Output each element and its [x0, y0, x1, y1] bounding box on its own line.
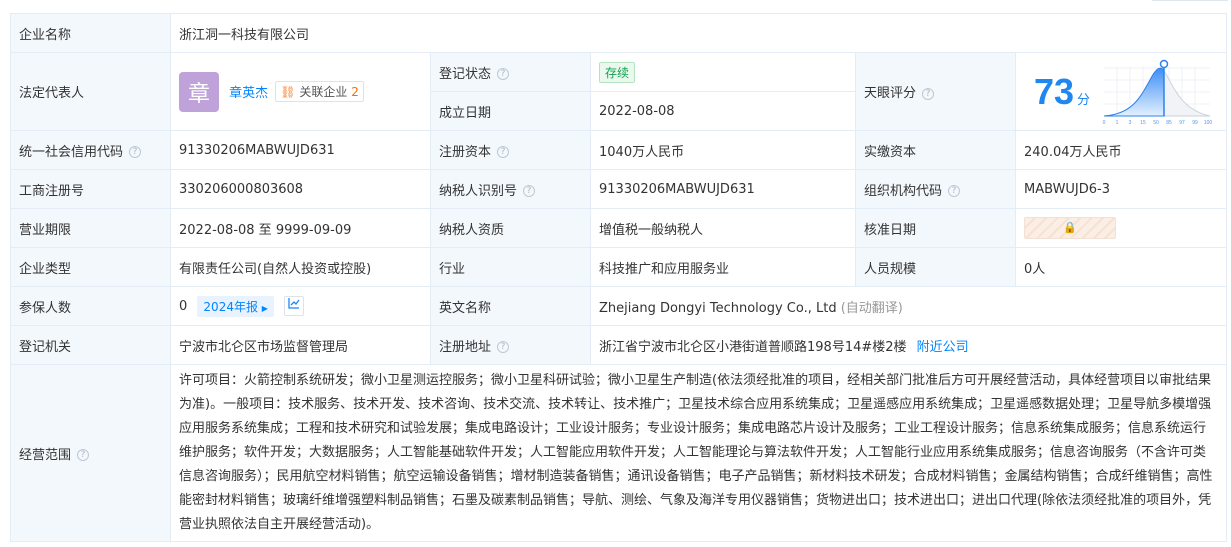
taxpayer-qual-value: 增值税一般纳税人: [590, 208, 856, 248]
help-icon[interactable]: ?: [497, 68, 510, 80]
lock-icon[interactable]: 🔒: [1024, 217, 1116, 239]
company-name-value: 浙江洞一科技有限公司: [169, 13, 1228, 53]
tick-label: 1: [1116, 120, 1119, 126]
avatar[interactable]: 章: [179, 71, 219, 112]
reg-authority-label: 登记机关: [10, 325, 171, 365]
annual-report-button[interactable]: 2024年报 ▶: [197, 295, 274, 317]
help-icon[interactable]: ?: [922, 87, 935, 100]
help-icon[interactable]: ?: [523, 185, 536, 197]
industry-label: 行业: [430, 247, 591, 287]
score-cell[interactable]: 73 分 0 1 3 15 50 85 97 99 100: [1014, 52, 1228, 131]
founded-value: 2022-08-08: [590, 91, 856, 131]
tick-label: 97: [1179, 120, 1185, 126]
help-icon[interactable]: ?: [129, 146, 142, 158]
related-count: 2: [351, 85, 359, 99]
org-code-value: MABWUJD6-3: [1014, 169, 1228, 209]
staff-size-value: 0人: [1014, 247, 1228, 287]
staff-size-label: 人员规模: [855, 247, 1016, 287]
biz-reg-no-value: 330206000803608: [170, 169, 431, 209]
tick-label: 85: [1166, 120, 1172, 126]
related-label: 关联企业: [299, 85, 348, 99]
tick-label: 100: [1204, 120, 1213, 126]
industry-value: 科技推广和应用服务业: [590, 247, 856, 287]
company-type-value: 有限责任公司(自然人投资或控股): [170, 247, 431, 287]
english-name-value: Zhejiang Dongyi Technology Co., Ltd: [599, 300, 837, 316]
reg-address-value: 浙江省宁波市北仑区小港街道普顺路198号14#楼2楼: [599, 339, 907, 355]
english-name-label: 英文名称: [430, 286, 591, 326]
biz-term-label: 营业期限: [10, 208, 171, 248]
tick-label: 3: [1129, 120, 1132, 126]
auto-translate-note: (自动翻译): [840, 300, 903, 316]
reg-address-text: 注册地址: [439, 339, 492, 355]
reg-capital-value: 1040万人民币: [590, 130, 856, 170]
taxpayer-id-value: 91330206MABWUJD631: [590, 169, 856, 209]
legal-rep-link[interactable]: 章英杰: [229, 86, 268, 101]
approval-date-cell: 🔒: [1014, 208, 1228, 248]
biz-term-value: 2022-08-08 至 9999-09-09: [170, 208, 431, 248]
paid-capital-value: 240.04万人民币: [1014, 130, 1228, 170]
reg-status-cell: 存续: [590, 52, 856, 92]
reg-status-label: 登记状态?: [430, 52, 591, 92]
company-name-label: 企业名称: [10, 13, 171, 53]
reg-capital-label: 注册资本?: [430, 130, 591, 170]
taxpayer-id-text: 纳税人识别号: [439, 183, 518, 199]
org-code-label: 组织机构代码?: [855, 169, 1016, 209]
tick-label: 50: [1153, 120, 1159, 126]
tick-label: 15: [1140, 120, 1146, 126]
network-icon: ⛓: [280, 85, 296, 99]
approval-date-label: 核准日期: [855, 208, 1016, 248]
help-icon[interactable]: ?: [77, 449, 90, 461]
biz-scope-label: 经营范围?: [10, 364, 171, 542]
insured-value: 0: [179, 298, 188, 314]
related-companies-button[interactable]: ⛓ 关联企业 2: [275, 81, 364, 102]
top-divider: [1152, 0, 1228, 1]
paid-capital-label: 实缴资本: [855, 130, 1016, 170]
score-distribution-chart: 0 1 3 15 50 85 97 99 100: [1103, 59, 1213, 126]
status-badge: 存续: [599, 61, 636, 83]
biz-reg-no-label: 工商注册号: [10, 169, 171, 209]
credit-code-label: 统一社会信用代码?: [10, 130, 171, 170]
company-type-label: 企业类型: [10, 247, 171, 287]
help-icon[interactable]: ?: [948, 185, 961, 197]
insured-cell: 0 2024年报 ▶: [170, 286, 431, 326]
score-unit: 分: [1077, 93, 1091, 108]
taxpayer-id-label: 纳税人识别号?: [430, 169, 591, 209]
help-icon[interactable]: ?: [497, 341, 510, 353]
reg-status-text: 登记状态: [439, 66, 492, 82]
founded-label: 成立日期: [430, 91, 591, 131]
taxpayer-qual-label: 纳税人资质: [430, 208, 591, 248]
credit-code-text: 统一社会信用代码: [19, 144, 124, 160]
score-value: 73: [1034, 70, 1075, 112]
legal-rep-cell: 章 章英杰 ⛓ 关联企业 2: [170, 52, 431, 131]
score-label: 天眼评分?: [855, 52, 1016, 131]
legal-rep-label: 法定代表人: [10, 52, 171, 131]
tick-label: 99: [1192, 120, 1198, 126]
reg-authority-value: 宁波市北仑区市场监督管理局: [170, 325, 431, 365]
reg-address-label: 注册地址?: [430, 325, 591, 365]
nearby-companies-link[interactable]: 附近公司: [917, 340, 969, 355]
caret-right-icon: ▶: [261, 303, 268, 313]
company-info-table: 企业名称 浙江洞一科技有限公司 法定代表人 章 章英杰 ⛓ 关联企业 2 登记状…: [10, 13, 1228, 542]
biz-scope-value: 许可项目：火箭控制系统研发；微小卫星测运控服务；微小卫星科研试验；微小卫星生产制…: [169, 364, 1228, 542]
reg-capital-text: 注册资本: [439, 144, 492, 160]
insured-label: 参保人数: [10, 286, 171, 326]
help-icon[interactable]: ?: [497, 146, 510, 158]
biz-scope-text: 经营范围: [19, 447, 72, 463]
org-code-text: 组织机构代码: [864, 183, 943, 199]
credit-code-value: 91330206MABWUJD631: [170, 130, 431, 170]
reg-address-cell: 浙江省宁波市北仑区小港街道普顺路198号14#楼2楼 附近公司: [589, 325, 1228, 365]
trend-chart-icon[interactable]: [284, 296, 305, 316]
report-label: 2024年报: [203, 299, 258, 314]
tick-label: 0: [1103, 120, 1106, 126]
english-name-cell: Zhejiang Dongyi Technology Co., Ltd (自动翻…: [589, 286, 1228, 326]
score-label-text: 天眼评分: [864, 86, 917, 101]
